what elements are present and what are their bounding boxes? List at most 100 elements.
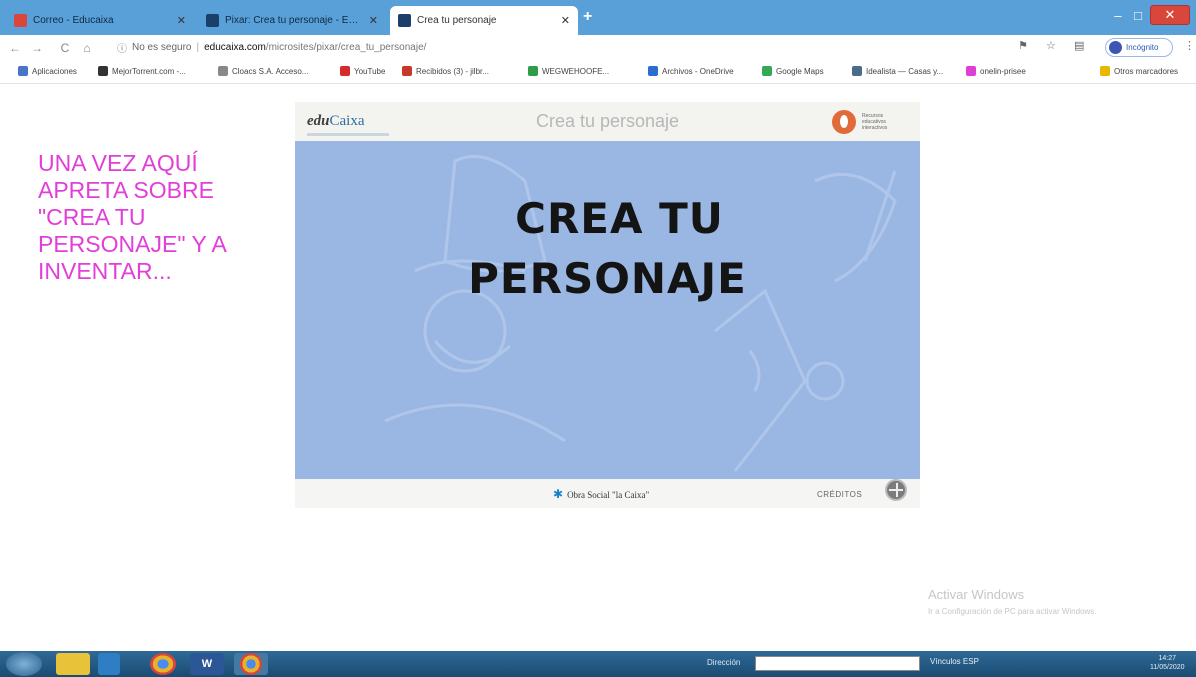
bookmark-item[interactable]: onelin-prisee (966, 66, 1026, 76)
bookmark-item[interactable]: Archivos - OneDrive (648, 66, 734, 76)
url-domain: educaixa.com (204, 42, 266, 53)
bookmark-label: Recibidos (3) - jilbr... (416, 66, 489, 76)
bookmark-star-icon[interactable]: ☆ (1046, 39, 1056, 52)
close-tab-icon[interactable]: ✕ (369, 14, 378, 27)
title-line-2: PERSONAJE (468, 254, 747, 303)
address-toolbar-input[interactable] (755, 656, 920, 671)
app-header: eduCaixa Crea tu personaje Recursos educ… (295, 102, 920, 141)
star-icon: ✱ (553, 487, 564, 501)
avatar (1109, 41, 1122, 54)
bookmark-label: Cloacs S.A. Acceso... (232, 66, 309, 76)
chrome-active-icon[interactable] (234, 653, 268, 675)
bookmark-item[interactable]: MejorTorrent.com -... (98, 66, 186, 76)
app-title: Crea tu personaje (535, 111, 680, 131)
close-window-button[interactable]: ✕ (1150, 5, 1190, 25)
profile-label: Incógnito (1126, 43, 1159, 52)
tab-title: Crea tu personaje (417, 15, 497, 26)
menu-icon[interactable]: ⋮ (1184, 39, 1195, 52)
app-footer: ✱ Obra Social "la Caixa" CRÉDITOS (295, 479, 920, 508)
sponsor-text: Obra Social "la Caixa" (567, 489, 650, 500)
tab-title: Pixar: Crea tu personaje - EduCaixa (225, 15, 363, 26)
help-icon[interactable] (885, 479, 907, 501)
maximize-button[interactable]: □ (1128, 5, 1148, 25)
page-icon (398, 14, 411, 27)
tab-pixar[interactable]: Pixar: Crea tu personaje - EduCaixa ✕ (198, 6, 386, 35)
tab-correo[interactable]: Correo - Educaixa ✕ (6, 6, 194, 35)
bookmark-favicon-icon (402, 66, 412, 76)
clock-time: 14:27 (1158, 655, 1177, 662)
bookmark-favicon-icon (852, 66, 862, 76)
bookmark-label: WEGWEHOOFE... (542, 66, 610, 76)
word-icon[interactable]: W (190, 653, 224, 675)
bookmark-favicon-icon (528, 66, 538, 76)
partner-logo: Recursos educativos interactivos (832, 110, 906, 134)
start-button[interactable] (6, 652, 42, 676)
sponsor-logo: ✱ Obra Social "la Caixa" (553, 487, 649, 502)
bookmark-item[interactable]: Recibidos (3) - jilbr... (402, 66, 489, 76)
minimize-button[interactable]: – (1108, 5, 1128, 25)
bookmark-favicon-icon (1100, 66, 1110, 76)
bookmark-label: Idealista — Casas y... (866, 66, 944, 76)
info-icon[interactable]: ⓘ (117, 40, 127, 55)
chrome-icon (240, 653, 262, 675)
system-tray[interactable]: Vínculos ESP (930, 657, 979, 666)
tab-title: Correo - Educaixa (33, 15, 114, 26)
forward-button[interactable]: → (30, 41, 44, 55)
chrome-icon[interactable] (150, 653, 176, 675)
bookmark-label: Google Maps (776, 66, 824, 76)
bookmarks-bar: Aplicaciones MejorTorrent.com -... Cloacs … (0, 60, 1196, 84)
address-bar[interactable]: ⓘ No es seguro | educaixa.com /microsite… (117, 37, 997, 58)
page-icon (206, 14, 219, 27)
bookmark-favicon-icon (98, 66, 108, 76)
browser-toolbar: ← → C ⌂ ⓘ No es seguro | educaixa.com /m… (0, 35, 1196, 60)
start-screen[interactable]: CREA TU PERSONAJE (295, 141, 920, 479)
bookmark-favicon-icon (340, 66, 350, 76)
bookmark-label: Aplicaciones (32, 66, 77, 76)
bookmark-label: Archivos - OneDrive (662, 66, 734, 76)
divider: | (196, 42, 200, 53)
windows-taskbar: W Dirección Vínculos ESP 14:27 11/05/202… (0, 651, 1196, 677)
logo-underline (307, 133, 389, 136)
watermark-subtitle: Ir a Configuración de PC para activar Wi… (928, 607, 1097, 616)
back-button[interactable]: ← (8, 41, 22, 55)
bookmark-item[interactable]: Otros marcadores (1100, 66, 1178, 76)
bookmark-item[interactable]: YouTube (340, 66, 385, 76)
close-tab-icon[interactable]: ✕ (561, 14, 570, 27)
translate-icon[interactable]: ⚑ (1018, 39, 1028, 52)
browser-tab-strip: Correo - Educaixa ✕ Pixar: Crea tu perso… (0, 0, 1196, 35)
new-tab-button[interactable]: + (583, 8, 592, 26)
security-label: No es seguro (132, 42, 192, 53)
tab-crea-tu-personaje[interactable]: Crea tu personaje ✕ (390, 6, 578, 35)
bookmark-label: YouTube (354, 66, 386, 76)
bookmark-item[interactable]: WEGWEHOOFE... (528, 66, 609, 76)
credits-link[interactable]: CRÉDITOS (817, 490, 862, 499)
bookmark-item[interactable]: Google Maps (762, 66, 824, 76)
crea-tu-personaje-app: eduCaixa Crea tu personaje Recursos educ… (295, 102, 920, 508)
home-button[interactable]: ⌂ (80, 41, 94, 55)
mail-icon (14, 14, 27, 27)
bookmark-label: MejorTorrent.com -... (112, 66, 186, 76)
bookmark-item[interactable]: Cloacs S.A. Acceso... (218, 66, 308, 76)
bookmark-favicon-icon (762, 66, 772, 76)
url-path: /microsites/pixar/crea_tu_personaje/ (265, 42, 427, 53)
bookmark-item[interactable]: Idealista — Casas y... (852, 66, 943, 76)
file-explorer-icon[interactable] (56, 653, 90, 675)
close-tab-icon[interactable]: ✕ (177, 14, 186, 27)
media-player-icon[interactable] (98, 653, 120, 675)
profile-button[interactable]: Incógnito (1105, 38, 1173, 57)
bookmark-favicon-icon (18, 66, 28, 76)
bookmark-favicon-icon (966, 66, 976, 76)
crea-tu-personaje-button[interactable]: CREA TU PERSONAJE (295, 189, 920, 309)
partner-logo-icon (832, 110, 856, 134)
extension-icon[interactable]: ▤ (1074, 39, 1084, 52)
address-toolbar-label: Dirección (707, 658, 741, 667)
bookmark-item[interactable]: Aplicaciones (18, 66, 77, 76)
windows-activation-watermark: Activar Windows Ir a Configuración de PC… (928, 587, 1097, 616)
clock[interactable]: 14:27 11/05/2020 (1150, 654, 1185, 672)
watermark-title: Activar Windows (928, 587, 1025, 602)
partner-text: Recursos educativos interactivos (862, 113, 888, 131)
reload-button[interactable]: C (58, 41, 72, 55)
bookmark-favicon-icon (648, 66, 658, 76)
bookmark-favicon-icon (218, 66, 228, 76)
instruction-text: UNA VEZ AQUÍ APRETA SOBRE "CREA TU PERSO… (38, 150, 227, 284)
